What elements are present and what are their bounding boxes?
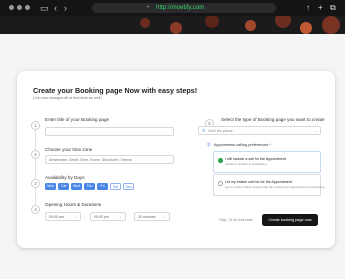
open-time-select[interactable]: 09:00 am ⌄ [45, 212, 81, 221]
close-time-value: 05:00 pm [94, 215, 109, 219]
booking-type-value: Over the phone [208, 129, 233, 133]
timezone-value: Amsterdam, Berlin, Bern, Rome, Stockholm… [49, 158, 132, 162]
step-3-label: Availability by Days [45, 175, 85, 180]
chevron-down-icon: ⌄ [118, 215, 122, 219]
day-toggle-tue[interactable]: Tue [58, 183, 69, 190]
decor-shape [245, 20, 256, 31]
step-4-label: Opening Hours & Durations [45, 202, 102, 207]
browser-toolbar: ▭ ‹ › • http://moetify.com ↑ + ⧉ [0, 0, 345, 16]
browser-window: ▭ ‹ › • http://moetify.com ↑ + ⧉ [0, 0, 345, 34]
call-option-desc: (Invitee's number is mandatory) [225, 162, 267, 166]
call-option-include[interactable]: I will include a call for the Appointmen… [213, 151, 321, 173]
call-option-title: I will include a call for the Appointmen… [225, 157, 286, 161]
timezone-select[interactable]: Amsterdam, Berlin, Bern, Rome, Stockholm… [45, 155, 174, 164]
skip-button[interactable]: Skip, I'll do this later [214, 214, 258, 226]
radio-icon[interactable] [218, 181, 223, 186]
phone-icon: ✆ [202, 128, 206, 133]
radio-icon[interactable] [218, 158, 223, 163]
add-tab-icon[interactable]: + [318, 2, 323, 14]
page-title: Create your Booking page Now with easy s… [33, 86, 198, 95]
sidebar-icon[interactable]: ▭ [40, 1, 49, 15]
decor-shape [300, 22, 312, 34]
url-text: http://moetify.com [156, 4, 205, 11]
menu-dots-icon[interactable]: ⧉ [330, 2, 336, 14]
lock-icon: • [147, 4, 150, 11]
day-toggle-mon[interactable]: Mon [45, 183, 56, 190]
window-minimize-icon[interactable] [17, 5, 22, 10]
day-toggle-sat[interactable]: Sat [110, 183, 121, 190]
step-3-indicator: 3 [31, 179, 40, 188]
booking-title-input[interactable] [45, 127, 174, 136]
window-close-icon[interactable] [9, 5, 14, 10]
chevron-down-icon: ⌄ [162, 215, 166, 219]
chevron-down-icon: ⌄ [313, 129, 317, 133]
call-option-invitee[interactable]: Let my invitee call me for the Appointme… [213, 174, 325, 196]
step-1-label: Enter title of your Booking page [45, 117, 110, 122]
page-subtitle: (You can changes all at first time as we… [33, 95, 102, 100]
step-5-label: Select the type of Booking page you want… [221, 117, 325, 122]
call-preference-label: Appointment calling preferences * [214, 142, 271, 147]
duration-value: 30 minutes [138, 215, 156, 219]
day-toggle-thu[interactable]: Thu [84, 183, 95, 190]
phone-icon: ✆ [207, 142, 211, 147]
decor-shape [140, 18, 150, 28]
decor-shape [170, 22, 182, 34]
duration-select[interactable]: 30 minutes ⌄ [134, 212, 170, 221]
step-2-label: Choose your time zone [45, 147, 93, 152]
steps-timeline [35, 126, 36, 214]
step-4-indicator: 4 [31, 205, 40, 214]
day-toggle-sun[interactable]: Sun [123, 183, 134, 190]
close-time-select[interactable]: 05:00 pm ⌄ [90, 212, 126, 221]
booking-setup-card: Create your Booking page Now with easy s… [17, 71, 335, 248]
decor-shape [275, 16, 291, 28]
step-1-indicator: 1 [31, 121, 40, 130]
create-booking-page-button[interactable]: Create booking page now [262, 214, 318, 226]
site-header [0, 16, 345, 34]
decor-shape [205, 16, 219, 28]
chevron-down-icon: ⌄ [73, 215, 77, 219]
decor-shape [322, 16, 340, 34]
call-option-title: Let my invitee call me for the Appointme… [225, 180, 292, 184]
forward-arrow-icon[interactable]: › [64, 1, 67, 15]
day-toggle-wed[interactable]: Wed [71, 183, 82, 190]
extensions-icon[interactable]: ↑ [306, 2, 310, 14]
time-range-separator: – [84, 214, 87, 219]
call-option-desc: (your number will be shared with the inv… [225, 185, 325, 189]
open-time-value: 09:00 am [49, 215, 64, 219]
day-toggle-fri[interactable]: Fri [97, 183, 108, 190]
booking-type-select[interactable]: ✆ Over the phone ⌄ [198, 126, 321, 135]
window-zoom-icon[interactable] [25, 5, 30, 10]
address-bar[interactable]: • http://moetify.com [92, 3, 276, 13]
back-arrow-icon[interactable]: ‹ [54, 1, 57, 15]
step-2-indicator: 2 [31, 150, 40, 159]
